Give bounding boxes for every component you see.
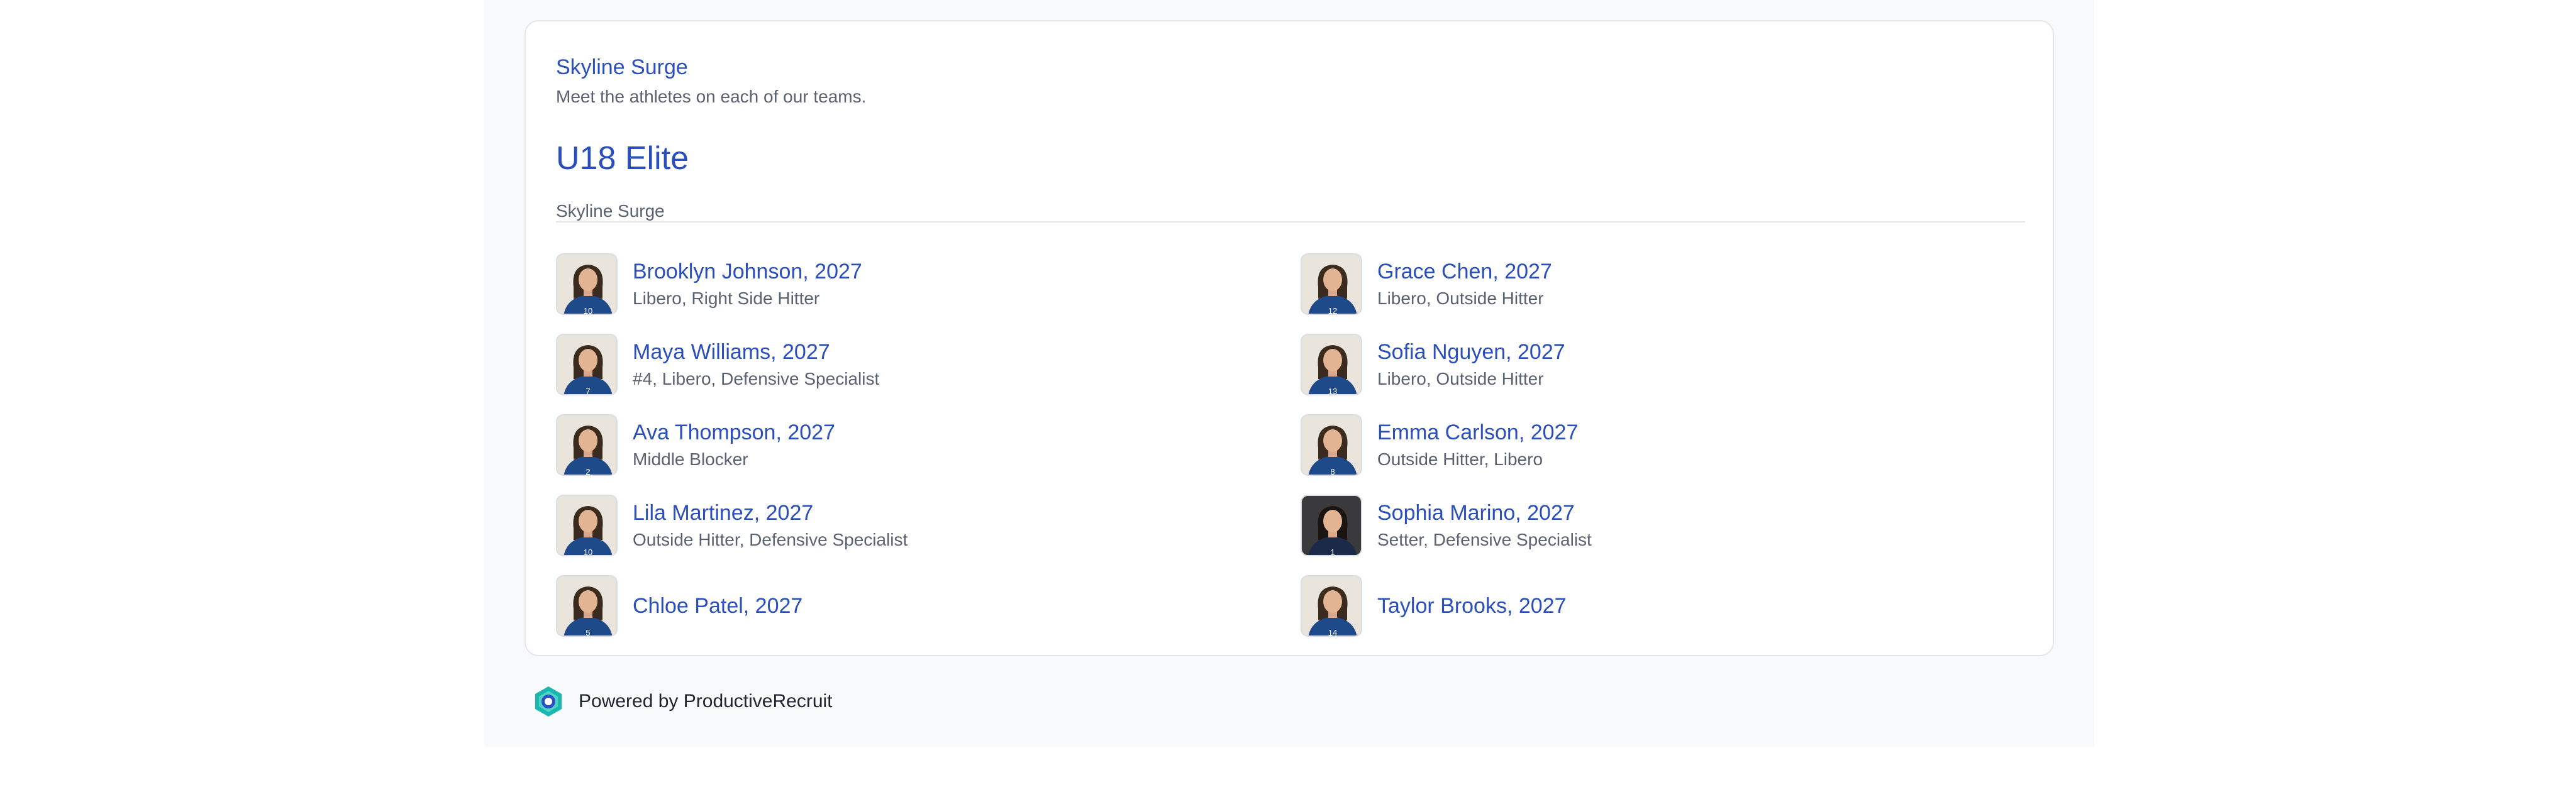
athlete-photo[interactable]: 5	[556, 575, 618, 637]
athlete-photo[interactable]: 12	[1301, 253, 1362, 315]
athlete-photo[interactable]: 2	[556, 414, 618, 476]
athlete-info: Taylor Brooks, 2027	[1377, 591, 1567, 620]
athlete-positions: Middle Blocker	[633, 449, 748, 469]
athlete-card[interactable]: 13 Sofia Nguyen, 2027 Libero, Outside Hi…	[1301, 324, 2025, 405]
team-organization: Skyline Surge	[556, 201, 665, 221]
athlete-positions: Outside Hitter, Defensive Specialist	[633, 530, 908, 549]
athlete-photo-image: 12	[1302, 255, 1361, 315]
athlete-name-link[interactable]: Grace Chen, 2027	[1377, 257, 1552, 286]
athlete-info: Brooklyn Johnson, 2027 Libero, Right Sid…	[633, 257, 862, 311]
athlete-name-link[interactable]: Chloe Patel, 2027	[633, 591, 802, 620]
svg-text:7: 7	[586, 387, 590, 395]
athlete-photo-image: 7	[557, 335, 616, 395]
athlete-positions: Libero, Right Side Hitter	[633, 289, 820, 308]
athlete-photo[interactable]: 1	[1301, 495, 1362, 556]
athlete-info: Lila Martinez, 2027 Outside Hitter, Defe…	[633, 498, 908, 553]
athlete-info: Grace Chen, 2027 Libero, Outside Hitter	[1377, 257, 1552, 311]
svg-text:13: 13	[1328, 387, 1337, 395]
athlete-positions: Libero, Outside Hitter	[1377, 369, 1544, 388]
athlete-info: Sofia Nguyen, 2027 Libero, Outside Hitte…	[1377, 338, 1565, 392]
athlete-info: Ava Thompson, 2027 Middle Blocker	[633, 418, 835, 472]
athlete-card[interactable]: 5 Chloe Patel, 2027	[556, 566, 1301, 646]
athlete-card[interactable]: 8 Emma Carlson, 2027 Outside Hitter, Lib…	[1301, 405, 2025, 485]
svg-text:2: 2	[586, 467, 590, 476]
svg-text:14: 14	[1328, 628, 1337, 637]
athlete-positions: Libero, Outside Hitter	[1377, 289, 1544, 308]
athlete-card[interactable]: 7 Maya Williams, 2027 #4, Libero, Defens…	[556, 324, 1301, 405]
athlete-positions: #4, Libero, Defensive Specialist	[633, 369, 880, 388]
athlete-name-link[interactable]: Taylor Brooks, 2027	[1377, 591, 1567, 620]
athlete-name-link[interactable]: Ava Thompson, 2027	[633, 418, 835, 447]
athlete-name-link[interactable]: Sophia Marino, 2027	[1377, 498, 1592, 527]
footer: Powered by ProductiveRecruit	[532, 685, 833, 718]
section-divider	[556, 221, 2025, 223]
athlete-photo-image: 1	[1302, 496, 1361, 556]
athlete-card[interactable]: 10 Lila Martinez, 2027 Outside Hitter, D…	[556, 485, 1301, 566]
productiverecruit-logo-icon	[535, 686, 562, 717]
athlete-info: Chloe Patel, 2027	[633, 591, 802, 620]
athlete-photo-image: 8	[1302, 415, 1361, 476]
athlete-photo-image: 10	[557, 496, 616, 556]
athlete-name-link[interactable]: Emma Carlson, 2027	[1377, 418, 1578, 447]
athlete-photo-image: 10	[557, 255, 616, 315]
athlete-photo[interactable]: 8	[1301, 414, 1362, 476]
svg-text:10: 10	[584, 547, 592, 556]
athlete-roster: 10 Brooklyn Johnson, 2027 Libero, Right …	[556, 244, 2025, 646]
organization-tagline: Meet the athletes on each of our teams.	[556, 87, 867, 106]
athlete-info: Emma Carlson, 2027 Outside Hitter, Liber…	[1377, 418, 1578, 472]
athlete-photo[interactable]: 10	[556, 253, 618, 315]
athlete-name-link[interactable]: Brooklyn Johnson, 2027	[633, 257, 862, 286]
athlete-photo-image: 2	[557, 415, 616, 476]
organization-title[interactable]: Skyline Surge	[556, 52, 688, 83]
athlete-photo-image: 13	[1302, 335, 1361, 395]
athlete-positions: Setter, Defensive Specialist	[1377, 530, 1592, 549]
athlete-photo[interactable]: 10	[556, 495, 618, 556]
athlete-photo[interactable]: 13	[1301, 334, 1362, 395]
athlete-photo-image: 5	[557, 576, 616, 637]
athlete-card[interactable]: 10 Brooklyn Johnson, 2027 Libero, Right …	[556, 244, 1301, 324]
athlete-card[interactable]: 12 Grace Chen, 2027 Libero, Outside Hitt…	[1301, 244, 2025, 324]
athlete-photo[interactable]: 7	[556, 334, 618, 395]
athlete-info: Sophia Marino, 2027 Setter, Defensive Sp…	[1377, 498, 1592, 553]
athlete-photo-image: 14	[1302, 576, 1361, 637]
athlete-photo[interactable]: 14	[1301, 575, 1362, 637]
athlete-name-link[interactable]: Sofia Nguyen, 2027	[1377, 338, 1565, 366]
athlete-name-link[interactable]: Lila Martinez, 2027	[633, 498, 908, 527]
svg-text:1: 1	[1330, 547, 1335, 556]
svg-text:10: 10	[584, 306, 592, 315]
athlete-card[interactable]: 1 Sophia Marino, 2027 Setter, Defensive …	[1301, 485, 2025, 566]
team-title: U18 Elite	[556, 140, 689, 177]
svg-text:8: 8	[1330, 467, 1335, 476]
athlete-card[interactable]: 2 Ava Thompson, 2027 Middle Blocker	[556, 405, 1301, 485]
athlete-name-link[interactable]: Maya Williams, 2027	[633, 338, 879, 366]
athlete-card[interactable]: 14 Taylor Brooks, 2027	[1301, 566, 2025, 646]
team-card: Skyline Surge Meet the athletes on each …	[525, 20, 2054, 656]
svg-text:12: 12	[1328, 306, 1337, 315]
athlete-info: Maya Williams, 2027 #4, Libero, Defensiv…	[633, 338, 879, 392]
svg-text:5: 5	[586, 628, 590, 637]
page-shell: Skyline Surge Meet the athletes on each …	[484, 0, 2094, 747]
powered-by-text: Powered by ProductiveRecruit	[579, 691, 833, 712]
athlete-positions: Outside Hitter, Libero	[1377, 449, 1543, 469]
